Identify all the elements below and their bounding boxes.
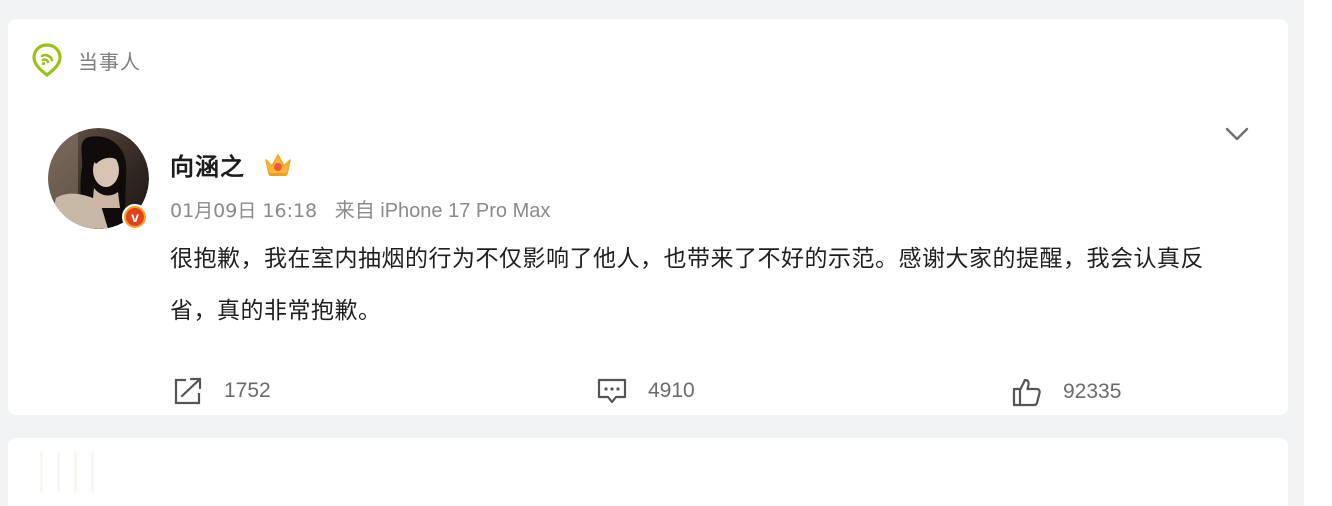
repost-icon [174,377,202,405]
comment-count: 4910 [648,379,695,402]
verified-v-icon: v [122,204,148,230]
next-post-preview [40,452,160,492]
verified-letter: v [126,208,144,226]
post-meta: 01月09日 16:18 来自 iPhone 17 Pro Max [170,194,550,223]
comment-icon [597,378,627,404]
post-card: 当事人 v 向涵之 01月09日 16:18 来自 iPhone 17 Pro … [8,19,1288,415]
topic-label: 当事人 [78,49,141,74]
post-content: 很抱歉，我在室内抽烟的行为不仅影响了他人，也带来了不好的示范。感谢大家的提醒，我… [170,246,1204,324]
author-row: 向涵之 [170,147,293,182]
chevron-down-icon[interactable] [1224,121,1250,147]
post-source: 来自 iPhone 17 Pro Max [334,200,551,222]
author-name[interactable]: 向涵之 [170,147,245,182]
crown-icon [265,153,291,176]
like-count: 92335 [1063,380,1122,403]
like-button[interactable]: 92335 [1011,376,1121,408]
repost-count: 1752 [224,379,271,402]
location-pin-icon [32,43,62,77]
thumbs-up-icon [1012,378,1041,407]
topic-header: 当事人 [32,43,141,77]
comment-button[interactable]: 4910 [596,376,695,406]
right-scroll-area [1304,0,1332,506]
next-post-card [8,438,1288,506]
post-time[interactable]: 01月09日 16:18 [170,200,317,222]
avatar[interactable]: v [48,128,149,230]
weibo-page: 当事人 v 向涵之 01月09日 16:18 来自 iPhone 17 Pro … [0,0,1332,506]
repost-button[interactable]: 1752 [172,376,271,406]
